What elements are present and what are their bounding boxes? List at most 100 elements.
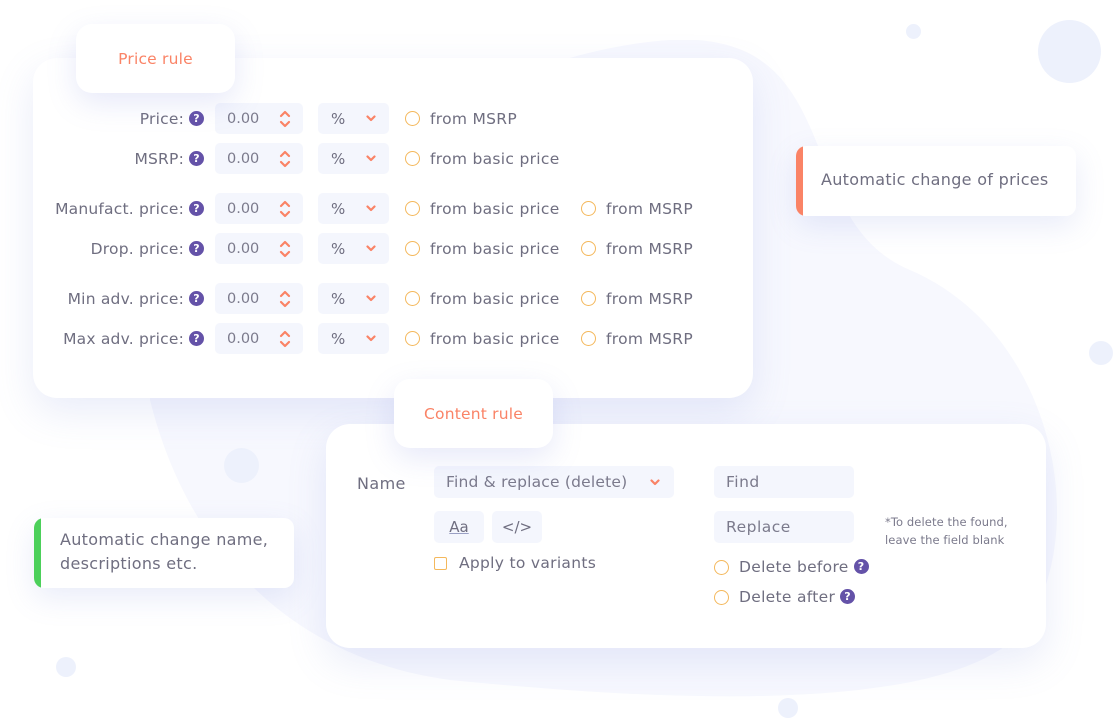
radio-circle[interactable] <box>405 201 420 216</box>
radio-label: from basic price <box>430 329 560 348</box>
price-row: Max adv. price:? 0.00% from basic price fro… <box>33 323 693 354</box>
radio-circle[interactable] <box>581 241 596 256</box>
help-icon[interactable]: ? <box>189 200 204 216</box>
delete-before-radio[interactable]: Delete before ? <box>714 558 869 576</box>
unit-select[interactable]: % <box>318 193 389 224</box>
help-icon[interactable]: ? <box>189 110 204 126</box>
radio-circle[interactable] <box>405 111 420 126</box>
unit-select-value: % <box>331 149 346 168</box>
info-content-text: Automatic change name, descriptions etc. <box>60 528 268 576</box>
radio-circle[interactable] <box>581 201 596 216</box>
chevron-down-icon <box>366 155 376 162</box>
radio-circle[interactable] <box>581 291 596 306</box>
radio-circle[interactable] <box>714 589 729 605</box>
radio-circle[interactable] <box>405 241 420 256</box>
info-card-content: Automatic change name, descriptions etc. <box>34 518 294 588</box>
price-row-label-text: Manufact. price: <box>55 199 184 218</box>
value-stepper[interactable]: 0.00 <box>215 233 303 264</box>
delete-after-radio[interactable]: Delete after ? <box>714 588 856 606</box>
replace-input[interactable]: Replace <box>714 511 854 543</box>
radio-circle[interactable] <box>405 291 420 306</box>
price-row-label-text: Max adv. price: <box>63 329 184 348</box>
help-icon[interactable]: ? <box>189 330 204 346</box>
help-icon[interactable]: ? <box>189 290 204 306</box>
delete-after-label: Delete after <box>739 588 836 606</box>
action-select[interactable]: Find & replace (delete) <box>434 466 674 498</box>
chevron-down-icon <box>366 245 376 252</box>
accent-bar <box>796 146 803 216</box>
unit-select-value: % <box>331 289 346 308</box>
price-rule-panel: Price:? 0.00% from MSRP MSRP:? 0.00% from bas… <box>33 58 753 398</box>
spin-arrows-icon[interactable] <box>279 289 291 309</box>
html-mode-label: </> <box>501 518 533 536</box>
base-option-radio[interactable]: from MSRP <box>581 240 693 258</box>
price-row-label: Price:? <box>33 110 204 128</box>
spin-arrows-icon[interactable] <box>279 199 291 219</box>
price-row: Price:? 0.00% from MSRP <box>33 103 581 134</box>
decor-circle <box>906 24 921 39</box>
find-placeholder: Find <box>726 473 760 491</box>
decor-circle <box>778 698 798 718</box>
radio-circle[interactable] <box>405 151 420 166</box>
base-option-radio[interactable]: from basic price <box>405 240 581 258</box>
price-row-label-text: MSRP: <box>134 149 184 168</box>
help-icon[interactable]: ? <box>189 240 204 256</box>
html-mode-button[interactable]: </> <box>492 511 542 543</box>
accent-bar <box>34 518 41 588</box>
value-stepper[interactable]: 0.00 <box>215 193 303 224</box>
name-field-label: Name <box>357 474 406 493</box>
value-stepper[interactable]: 0.00 <box>215 103 303 134</box>
stepper-value: 0.00 <box>227 150 260 167</box>
apply-variants-label: Apply to variants <box>459 554 597 572</box>
base-option-radio[interactable]: from basic price <box>405 150 581 168</box>
apply-variants-checkbox[interactable]: Apply to variants <box>434 554 596 572</box>
unit-select[interactable]: % <box>318 233 389 264</box>
content-rule-panel: Name Find & replace (delete) Aa </> Appl… <box>326 424 1046 648</box>
unit-select[interactable]: % <box>318 323 389 354</box>
value-stepper[interactable]: 0.00 <box>215 143 303 174</box>
spin-arrows-icon[interactable] <box>279 149 291 169</box>
chevron-down-icon <box>366 335 376 342</box>
value-stepper[interactable]: 0.00 <box>215 323 303 354</box>
stepper-value: 0.00 <box>227 110 260 127</box>
spin-arrows-icon[interactable] <box>279 109 291 129</box>
find-input[interactable]: Find <box>714 466 854 498</box>
delete-before-label: Delete before <box>739 558 849 576</box>
radio-circle[interactable] <box>405 331 420 346</box>
base-option-radio[interactable]: from MSRP <box>405 110 581 128</box>
spin-arrows-icon[interactable] <box>279 239 291 259</box>
radio-circle[interactable] <box>581 331 596 346</box>
price-row-label: Manufact. price:? <box>33 200 204 218</box>
unit-select-value: % <box>331 199 346 218</box>
stepper-value: 0.00 <box>227 290 260 307</box>
help-icon[interactable]: ? <box>853 558 869 574</box>
stepper-value: 0.00 <box>227 200 260 217</box>
radio-label: from basic price <box>430 239 560 258</box>
unit-select[interactable]: % <box>318 143 389 174</box>
radio-circle[interactable] <box>714 559 729 575</box>
value-stepper[interactable]: 0.00 <box>215 283 303 314</box>
price-row-label: Max adv. price:? <box>33 330 204 348</box>
info-prices-text: Automatic change of prices <box>821 170 1049 189</box>
checkbox-box[interactable] <box>434 556 447 570</box>
spin-arrows-icon[interactable] <box>279 329 291 349</box>
help-icon[interactable]: ? <box>189 150 204 166</box>
base-option-radio[interactable]: from MSRP <box>581 200 693 218</box>
content-rule-title: Content rule <box>394 379 553 448</box>
match-case-button[interactable]: Aa <box>434 511 484 543</box>
base-option-radio[interactable]: from basic price <box>405 290 581 308</box>
unit-select[interactable]: % <box>318 283 389 314</box>
chevron-down-icon <box>366 115 376 122</box>
help-icon[interactable]: ? <box>840 588 856 604</box>
base-option-radio[interactable]: from basic price <box>405 200 581 218</box>
base-option-radio[interactable]: from MSRP <box>581 290 693 308</box>
chevron-down-icon <box>650 479 660 486</box>
unit-select[interactable]: % <box>318 103 389 134</box>
chevron-down-icon <box>366 205 376 212</box>
price-row: Min adv. price:? 0.00% from basic price fro… <box>33 283 693 314</box>
radio-label: from MSRP <box>606 329 694 348</box>
replace-placeholder: Replace <box>726 518 791 536</box>
base-option-radio[interactable]: from MSRP <box>581 330 693 348</box>
content-rule-title-text: Content rule <box>423 404 523 423</box>
base-option-radio[interactable]: from basic price <box>405 330 581 348</box>
